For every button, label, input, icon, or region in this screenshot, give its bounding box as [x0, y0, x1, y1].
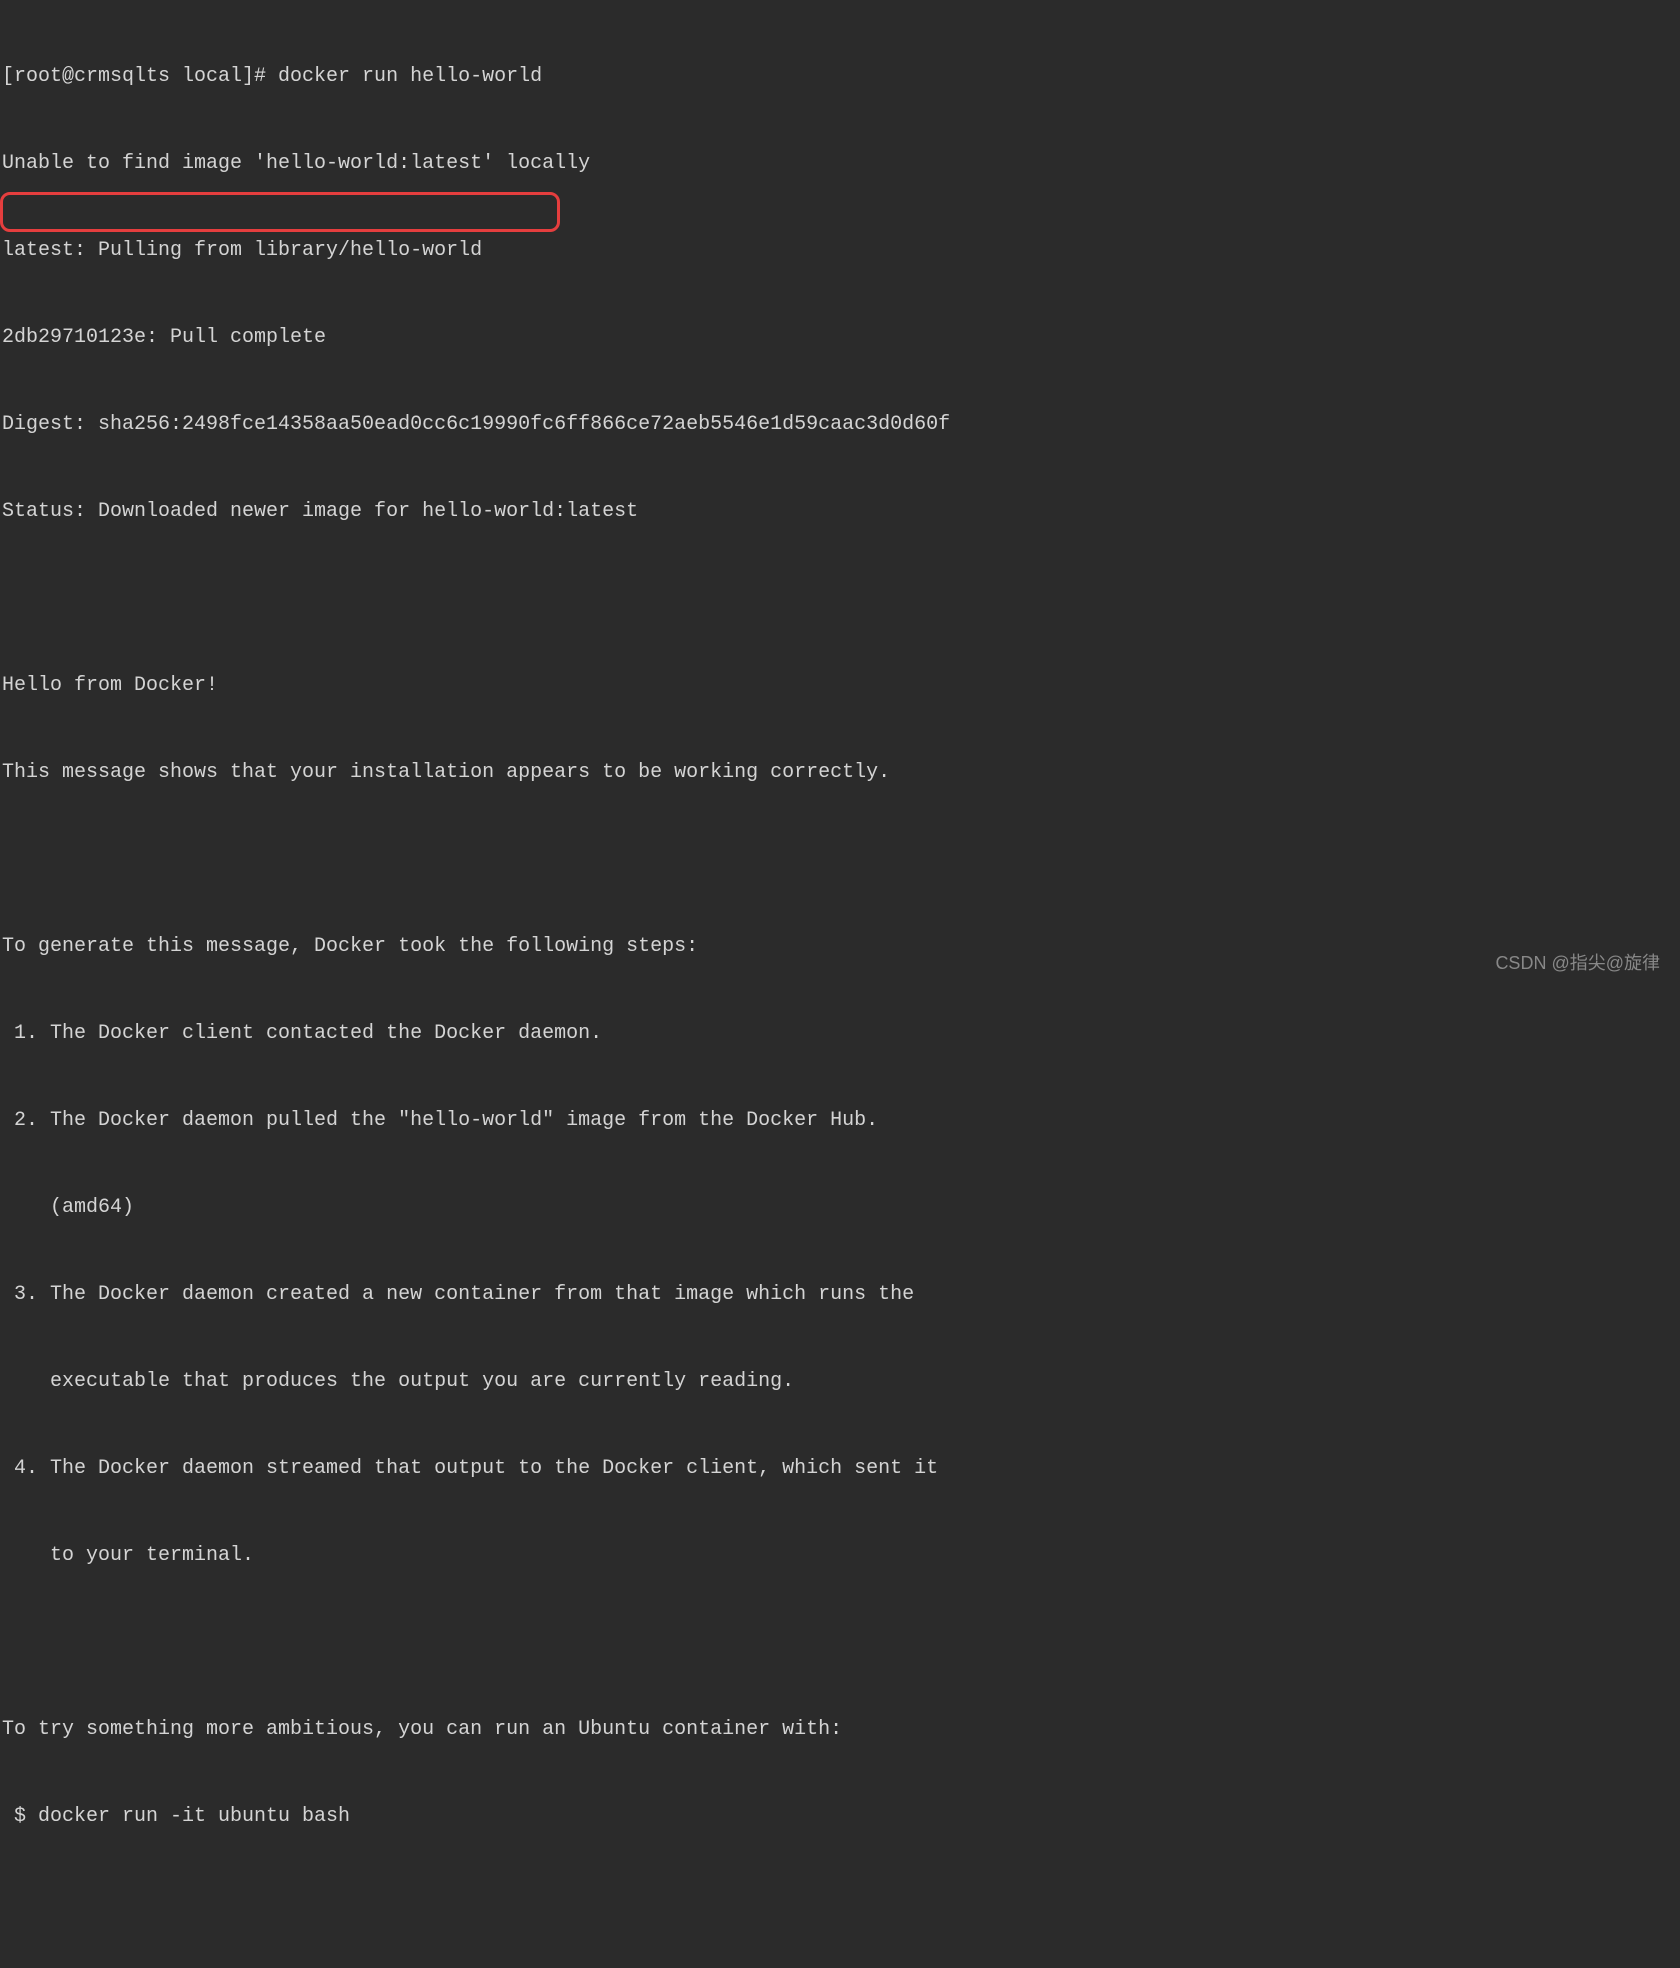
terminal-line: This message shows that your installatio… [2, 758, 1678, 787]
terminal-line: executable that produces the output you … [2, 1367, 1678, 1396]
terminal-line [2, 1889, 1678, 1918]
terminal-line: $ docker run -it ubuntu bash [2, 1802, 1678, 1831]
terminal-line: 4. The Docker daemon streamed that outpu… [2, 1454, 1678, 1483]
terminal-line: Status: Downloaded newer image for hello… [2, 497, 1678, 526]
terminal-line: [root@crmsqlts local]# docker run hello-… [2, 62, 1678, 91]
terminal-line: 2. The Docker daemon pulled the "hello-w… [2, 1106, 1678, 1135]
terminal-line [2, 845, 1678, 874]
terminal-line [2, 584, 1678, 613]
terminal-line: To generate this message, Docker took th… [2, 932, 1678, 961]
terminal-line: Unable to find image 'hello-world:latest… [2, 149, 1678, 178]
terminal-output[interactable]: [root@crmsqlts local]# docker run hello-… [2, 4, 1678, 1968]
terminal-line: 1. The Docker client contacted the Docke… [2, 1019, 1678, 1048]
terminal-line: To try something more ambitious, you can… [2, 1715, 1678, 1744]
terminal-line [2, 1628, 1678, 1657]
terminal-line: 3. The Docker daemon created a new conta… [2, 1280, 1678, 1309]
terminal-line: latest: Pulling from library/hello-world [2, 236, 1678, 265]
terminal-line: (amd64) [2, 1193, 1678, 1222]
terminal-line: to your terminal. [2, 1541, 1678, 1570]
terminal-line: Hello from Docker! [2, 671, 1678, 700]
terminal-line: 2db29710123e: Pull complete [2, 323, 1678, 352]
watermark-label: CSDN @指尖@旋律 [1495, 950, 1660, 976]
terminal-line: Digest: sha256:2498fce14358aa50ead0cc6c1… [2, 410, 1678, 439]
